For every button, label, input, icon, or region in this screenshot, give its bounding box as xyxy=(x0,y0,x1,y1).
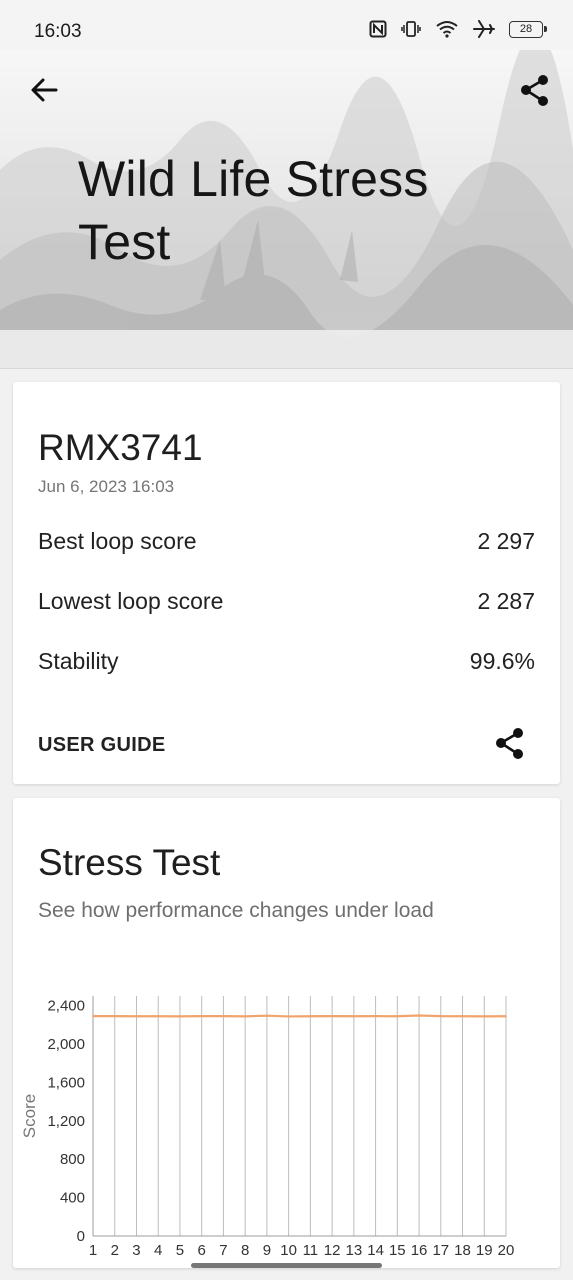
x-tick-label: 16 xyxy=(411,1242,428,1259)
x-tick-label: 11 xyxy=(303,1242,319,1259)
data-point xyxy=(418,1014,420,1017)
device-name: RMX3741 xyxy=(38,427,203,468)
data-point xyxy=(439,1015,442,1017)
x-tick-label: 2 xyxy=(111,1242,119,1259)
back-arrow-icon[interactable] xyxy=(26,72,62,108)
stress-test-card: Stress Test See how performance changes … xyxy=(13,798,560,1268)
vibrate-icon xyxy=(401,21,421,37)
x-tick-label: 19 xyxy=(476,1242,493,1259)
share-result-icon[interactable] xyxy=(492,725,528,761)
stability-row: Stability 99.6% xyxy=(38,648,535,678)
data-point xyxy=(287,1015,290,1018)
row-value: 2 297 xyxy=(477,528,535,554)
best-loop-row: Best loop score 2 297 xyxy=(38,528,535,558)
x-tick-label: 4 xyxy=(154,1242,162,1259)
x-tick-label: 13 xyxy=(345,1242,362,1259)
status-bar: 16:03 28 xyxy=(0,0,573,56)
x-tick-label: 14 xyxy=(367,1242,384,1259)
data-point xyxy=(505,1015,507,1018)
row-label: Lowest loop score xyxy=(38,588,224,614)
x-tick-label: 1 xyxy=(89,1242,97,1259)
user-guide-link[interactable]: USER GUIDE xyxy=(38,734,165,757)
y-tick-label: 2,000 xyxy=(47,1036,85,1053)
page-title: Wild Life Stress Test xyxy=(78,151,429,270)
x-tick-label: 3 xyxy=(132,1242,140,1259)
wifi-icon xyxy=(436,21,458,38)
data-point xyxy=(331,1015,333,1017)
data-point xyxy=(483,1015,486,1018)
x-tick-label: 9 xyxy=(263,1242,271,1259)
data-point xyxy=(200,1015,203,1017)
battery-level: 28 xyxy=(519,23,533,35)
stress-test-subtitle: See how performance changes under load xyxy=(38,899,434,922)
data-point xyxy=(309,1015,312,1018)
x-tick-label: 8 xyxy=(241,1242,249,1259)
row-value: 2 287 xyxy=(477,588,535,614)
x-tick-label: 15 xyxy=(389,1242,406,1259)
result-card: RMX3741 Jun 6, 2023 16:03 Best loop scor… xyxy=(13,382,560,784)
x-tick-label: 5 xyxy=(176,1242,184,1259)
y-tick-label: 2,400 xyxy=(47,998,85,1015)
data-point xyxy=(113,1015,116,1017)
data-point xyxy=(135,1015,138,1018)
data-point xyxy=(374,1015,377,1017)
home-indicator[interactable] xyxy=(191,1263,382,1268)
status-time: 16:03 xyxy=(34,21,82,42)
data-point xyxy=(179,1015,181,1018)
airplane-icon xyxy=(473,20,495,38)
data-point xyxy=(396,1015,399,1018)
share-icon[interactable] xyxy=(517,72,553,108)
nfc-icon xyxy=(369,20,387,38)
x-tick-label: 20 xyxy=(498,1242,515,1259)
y-tick-label: 400 xyxy=(60,1190,85,1207)
data-point xyxy=(92,1015,94,1017)
data-point xyxy=(222,1015,225,1017)
x-tick-label: 7 xyxy=(219,1242,227,1259)
battery-icon: 28 xyxy=(509,20,547,38)
y-tick-label: 1,200 xyxy=(47,1113,85,1130)
data-point xyxy=(353,1015,355,1018)
y-tick-label: 800 xyxy=(60,1151,85,1168)
row-label: Stability xyxy=(38,648,119,674)
status-icons: 28 xyxy=(369,20,547,38)
hero-header: Wild Life Stress Test xyxy=(0,50,573,369)
y-tick-label: 0 xyxy=(77,1228,85,1245)
data-point xyxy=(461,1015,464,1018)
x-tick-label: 17 xyxy=(432,1242,449,1259)
test-date: Jun 6, 2023 16:03 xyxy=(38,477,175,496)
row-label: Best loop score xyxy=(38,528,197,554)
lowest-loop-row: Lowest loop score 2 287 xyxy=(38,588,535,618)
y-axis-label: Score xyxy=(20,1094,39,1138)
stress-test-title: Stress Test xyxy=(38,842,221,883)
x-tick-label: 6 xyxy=(198,1242,206,1259)
y-tick-label: 1,600 xyxy=(47,1074,85,1091)
x-tick-label: 12 xyxy=(324,1242,341,1259)
row-value: 99.6% xyxy=(469,648,535,674)
series-line xyxy=(93,1014,507,1018)
stress-test-chart: 04008001,2001,6002,0002,4001 2 3 4 5 6 7 8 9 10 11… xyxy=(20,996,515,1259)
data-point xyxy=(157,1015,160,1018)
data-point xyxy=(244,1015,246,1018)
data-point xyxy=(266,1014,268,1017)
x-tick-label: 18 xyxy=(454,1242,471,1259)
x-tick-label: 10 xyxy=(280,1242,297,1259)
